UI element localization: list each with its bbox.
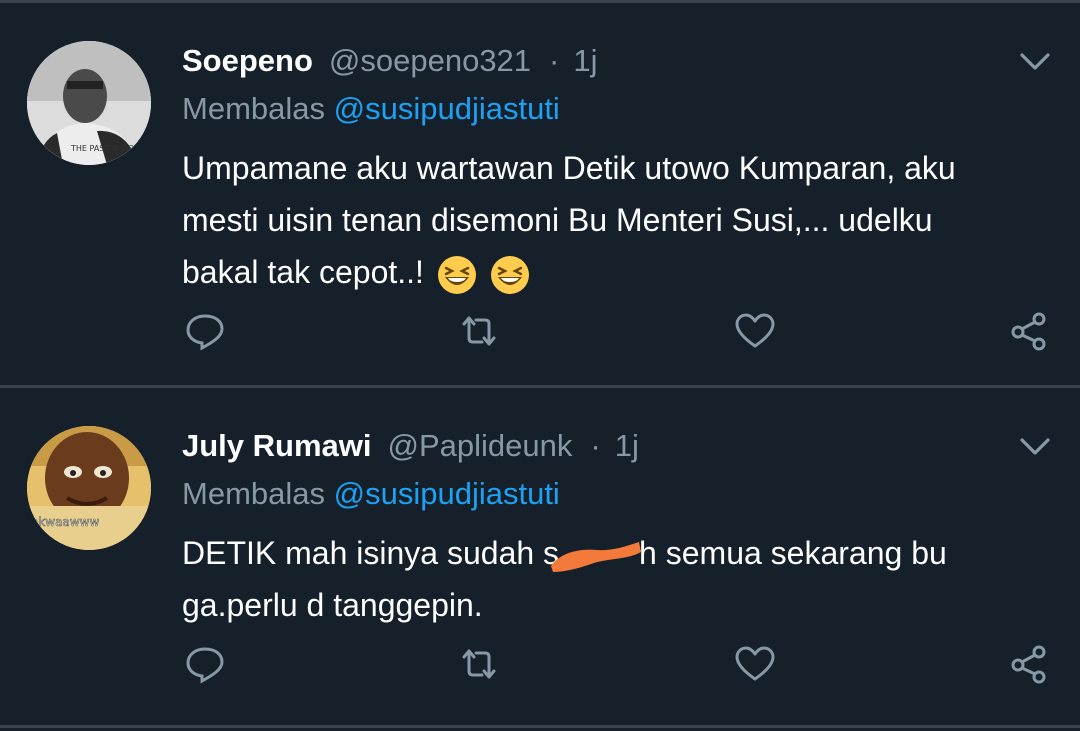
replying-to-mention[interactable]: @susipudjiastuti bbox=[334, 476, 560, 511]
chevron-down-icon[interactable] bbox=[1014, 47, 1056, 77]
timestamp[interactable]: 1j bbox=[615, 428, 639, 464]
separator-dot: · bbox=[549, 43, 560, 78]
display-name[interactable]: Soepeno bbox=[182, 43, 313, 79]
redaction-scribble bbox=[551, 541, 642, 572]
tweet-text: DETIK mah isinya sudah s h semua sekaran… bbox=[182, 527, 1052, 631]
tweet-text-line: DETIK mah isinya sudah s h semua sekaran… bbox=[182, 527, 1052, 579]
retweet-icon[interactable] bbox=[458, 311, 500, 351]
separator-dot: · bbox=[590, 428, 601, 463]
timestamp[interactable]: 1j bbox=[573, 43, 597, 79]
tweet-actions bbox=[0, 311, 1080, 351]
avatar[interactable]: THE PAST IS DONE bbox=[27, 41, 151, 165]
like-icon[interactable] bbox=[734, 644, 776, 684]
replying-to-label: Membalas bbox=[182, 91, 325, 126]
tweet-header: Soepeno @soepeno321 · 1j bbox=[182, 39, 598, 83]
avatar-caption: akwaawww bbox=[31, 515, 99, 529]
tweet-text: Umpamane aku wartawan Detik utowo Kumpar… bbox=[182, 142, 1052, 298]
share-icon[interactable] bbox=[1008, 311, 1050, 351]
tweet-text-segment: h semua sekarang bu bbox=[639, 535, 947, 571]
retweet-icon[interactable] bbox=[458, 644, 500, 684]
tweet-text-line: bakal tak cepot..! bbox=[182, 246, 1052, 298]
tweet-text-line: mesti uisin tenan disemoni Bu Menteri Su… bbox=[182, 202, 933, 238]
tweet-text-line: bakal tak cepot..! bbox=[182, 254, 424, 290]
replying-to-mention[interactable]: @susipudjiastuti bbox=[334, 91, 560, 126]
grinning-squinting-face-emoji bbox=[490, 255, 529, 294]
replying-to: Membalas @susipudjiastuti bbox=[182, 476, 560, 512]
tweet-divider bbox=[0, 725, 1080, 728]
tweet-header: July Rumawi @Paplideunk · 1j bbox=[182, 424, 639, 468]
chevron-down-icon[interactable] bbox=[1014, 432, 1056, 462]
replying-to: Membalas @susipudjiastuti bbox=[182, 91, 560, 127]
replying-to-label: Membalas bbox=[182, 476, 325, 511]
tweet-actions bbox=[0, 644, 1080, 684]
avatar-shirt-text: THE PAST IS DONE bbox=[70, 144, 145, 153]
user-handle[interactable]: @Paplideunk bbox=[388, 428, 573, 464]
user-handle[interactable]: @soepeno321 bbox=[329, 43, 531, 79]
reply-icon[interactable] bbox=[184, 311, 226, 351]
tweet-text-line: Umpamane aku wartawan Detik utowo Kumpar… bbox=[182, 150, 956, 186]
tweet-reply[interactable]: THE PAST IS DONE Soepeno @soepeno321 · 1… bbox=[0, 3, 1080, 385]
grinning-squinting-face-emoji bbox=[437, 255, 476, 294]
display-name[interactable]: July Rumawi bbox=[182, 428, 372, 464]
tweet-text-line: ga.perlu d tanggepin. bbox=[182, 587, 483, 623]
reply-icon[interactable] bbox=[184, 644, 226, 684]
like-icon[interactable] bbox=[734, 311, 776, 351]
tweet-text-segment: DETIK mah isinya sudah s bbox=[182, 535, 560, 571]
tweet-reply[interactable]: akwaawww July Rumawi @Paplideunk · 1j Me… bbox=[0, 388, 1080, 725]
avatar[interactable]: akwaawww bbox=[27, 426, 151, 550]
share-icon[interactable] bbox=[1008, 644, 1050, 684]
